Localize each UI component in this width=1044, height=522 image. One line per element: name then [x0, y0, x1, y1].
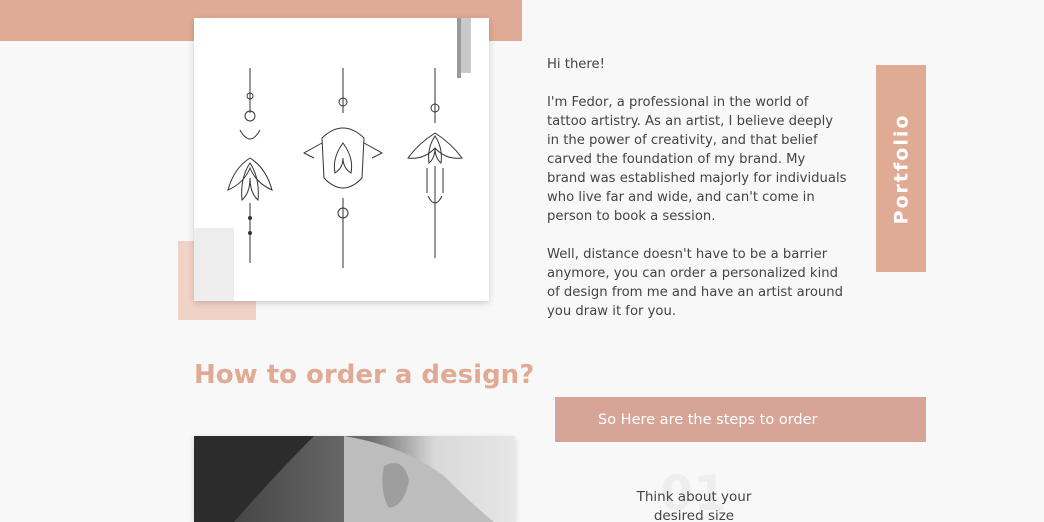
step-description: Think about your desired size: [636, 489, 752, 522]
artist-portrait-image: [194, 436, 515, 522]
greeting-text: Hi there!: [547, 57, 605, 72]
portfolio-button[interactable]: Portfolio: [876, 65, 926, 272]
about-paragraph-1: I'm Fedor, a professional in the world o…: [547, 95, 847, 224]
steps-to-order-button[interactable]: So Here are the steps to order: [555, 397, 926, 442]
about-text: Hi there! I'm Fedor, a professional in t…: [547, 55, 847, 340]
portrait-photo: [194, 436, 515, 522]
portfolio-label: Portfolio: [890, 113, 912, 224]
tattoo-design-image: [194, 18, 489, 301]
tattoo-sketch-drawing: [194, 18, 489, 301]
steps-to-order-label: So Here are the steps to order: [598, 411, 818, 428]
order-section-title: How to order a design?: [194, 360, 535, 390]
about-paragraph-2: Well, distance doesn't have to be a barr…: [547, 247, 843, 319]
